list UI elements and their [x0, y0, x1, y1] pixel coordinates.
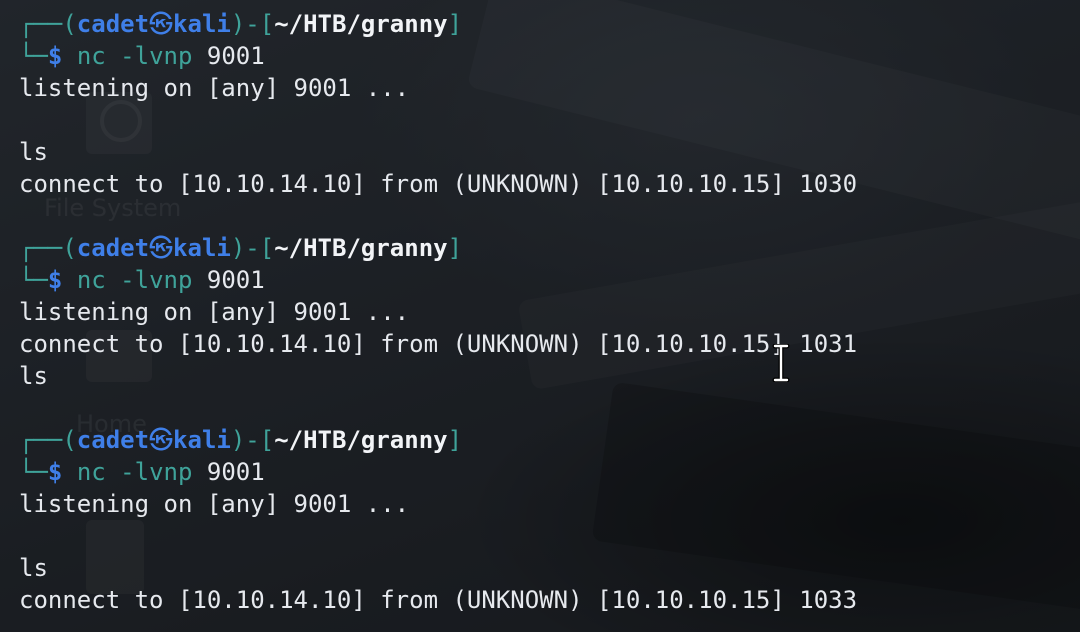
prompt-frame: )-[: [230, 10, 275, 38]
prompt-frame: ┌──(: [19, 234, 77, 262]
output-line: listening on [any] 9001 ...: [19, 490, 410, 518]
prompt-frame: └─: [19, 42, 48, 70]
prompt-line: ┌──(cadet㉿kali)-[~/HTB/granny]: [19, 424, 1080, 456]
prompt-user: cadet: [76, 234, 150, 262]
command-port: 9001: [206, 266, 265, 294]
prompt-line: ┌──(cadet㉿kali)-[~/HTB/granny]: [19, 8, 1080, 40]
prompt-frame: )-[: [230, 426, 275, 454]
prompt-line: ┌──(cadet㉿kali)-[~/HTB/granny]: [19, 232, 1080, 264]
command-port: 9001: [206, 458, 265, 486]
output-line: ls: [19, 138, 48, 166]
terminal-output[interactable]: ┌──(cadet㉿kali)-[~/HTB/granny] └─$ nc -lv…: [0, 0, 1080, 632]
command-args: -lvnp: [105, 266, 207, 294]
command-name: nc: [76, 458, 106, 486]
prompt-frame: )-[: [230, 234, 275, 262]
prompt-frame: └─: [19, 266, 48, 294]
prompt-host: kali: [173, 10, 231, 38]
prompt-cwd: ~/HTB/granny: [274, 10, 448, 38]
command-line: └─$ nc -lvnp 9001: [19, 456, 1080, 488]
prompt-frame: ┌──(: [19, 10, 77, 38]
prompt-symbol: $: [47, 266, 63, 294]
kali-skull-icon: ㉿: [149, 426, 174, 454]
kali-skull-icon: ㉿: [149, 10, 174, 38]
output-line: connect to [10.10.14.10] from (UNKNOWN) …: [19, 170, 858, 198]
output-line: listening on [any] 9001 ...: [19, 74, 410, 102]
prompt-cwd: ~/HTB/granny: [274, 426, 448, 454]
output-line: listening on [any] 9001 ...: [19, 298, 410, 326]
command-line: └─$ nc -lvnp 9001: [19, 40, 1080, 72]
prompt-symbol: $: [47, 42, 63, 70]
prompt-user: cadet: [76, 10, 150, 38]
output-line: connect to [10.10.14.10] from (UNKNOWN) …: [19, 586, 858, 614]
output-line: connect to [10.10.14.10] from (UNKNOWN) …: [19, 330, 858, 358]
command-name: nc: [76, 42, 106, 70]
prompt-host: kali: [173, 234, 231, 262]
command-args: -lvnp: [105, 42, 207, 70]
command-line: └─$ nc -lvnp 9001: [19, 264, 1080, 296]
prompt-frame: ]: [447, 234, 463, 262]
prompt-frame: ]: [447, 10, 463, 38]
prompt-frame: ]: [447, 426, 463, 454]
prompt-user: cadet: [76, 426, 150, 454]
prompt-cwd: ~/HTB/granny: [274, 234, 448, 262]
output-line: ls: [19, 362, 48, 390]
command-args: -lvnp: [105, 458, 207, 486]
text-ibeam-cursor-icon: [772, 344, 790, 382]
prompt-frame: ┌──(: [19, 426, 77, 454]
command-port: 9001: [206, 42, 265, 70]
prompt-symbol: $: [47, 458, 63, 486]
prompt-host: kali: [173, 426, 231, 454]
command-name: nc: [76, 266, 106, 294]
output-line: ls: [19, 554, 48, 582]
prompt-frame: └─: [19, 458, 48, 486]
kali-skull-icon: ㉿: [149, 234, 174, 262]
